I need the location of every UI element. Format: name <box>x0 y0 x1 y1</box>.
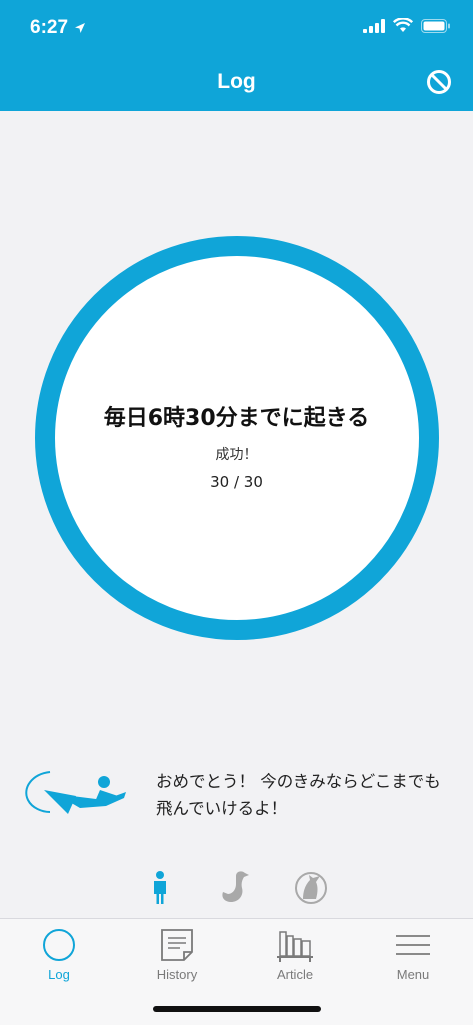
tab-article[interactable]: Article <box>236 927 354 991</box>
block-icon[interactable] <box>425 68 453 96</box>
flying-hero-icon <box>25 771 126 814</box>
wifi-icon <box>393 18 413 32</box>
person-icon[interactable] <box>143 868 177 908</box>
home-indicator[interactable] <box>153 1006 321 1012</box>
hamburger-icon <box>396 935 430 955</box>
wolf-icon[interactable] <box>294 868 328 908</box>
encouragement-message: おめでとう！ 今のきみならどこまでも飛んでいけるよ！ <box>156 772 441 818</box>
document-icon <box>161 929 193 961</box>
bookshelf-icon <box>277 931 313 962</box>
status-time-text: 6:27 <box>30 17 69 38</box>
tab-log-label: Log <box>48 967 70 982</box>
page-title: Log <box>217 70 256 93</box>
status-time: 6:27 <box>30 17 86 39</box>
circle-icon <box>43 929 75 961</box>
tab-history[interactable]: History <box>118 927 236 991</box>
battery-icon <box>421 18 450 33</box>
status-indicators <box>363 18 451 33</box>
goal-status: 成功！ <box>215 447 258 463</box>
goal-progress-ring <box>35 236 439 640</box>
location-arrow-icon <box>75 23 86 33</box>
tab-history-label: History <box>156 967 198 982</box>
cellular-signal-icon <box>363 18 385 33</box>
goal-title: 毎日6時30分までに起きる <box>103 406 370 431</box>
tab-menu-label: Menu <box>396 967 430 982</box>
tab-log[interactable]: Log <box>0 927 118 991</box>
duck-icon[interactable] <box>218 868 252 908</box>
app-header: 6:27 Log <box>0 0 473 111</box>
goal-progress-count: 30 / 30 <box>210 473 263 491</box>
tab-menu[interactable]: Menu <box>354 927 472 991</box>
tab-article-label: Article <box>276 967 314 982</box>
